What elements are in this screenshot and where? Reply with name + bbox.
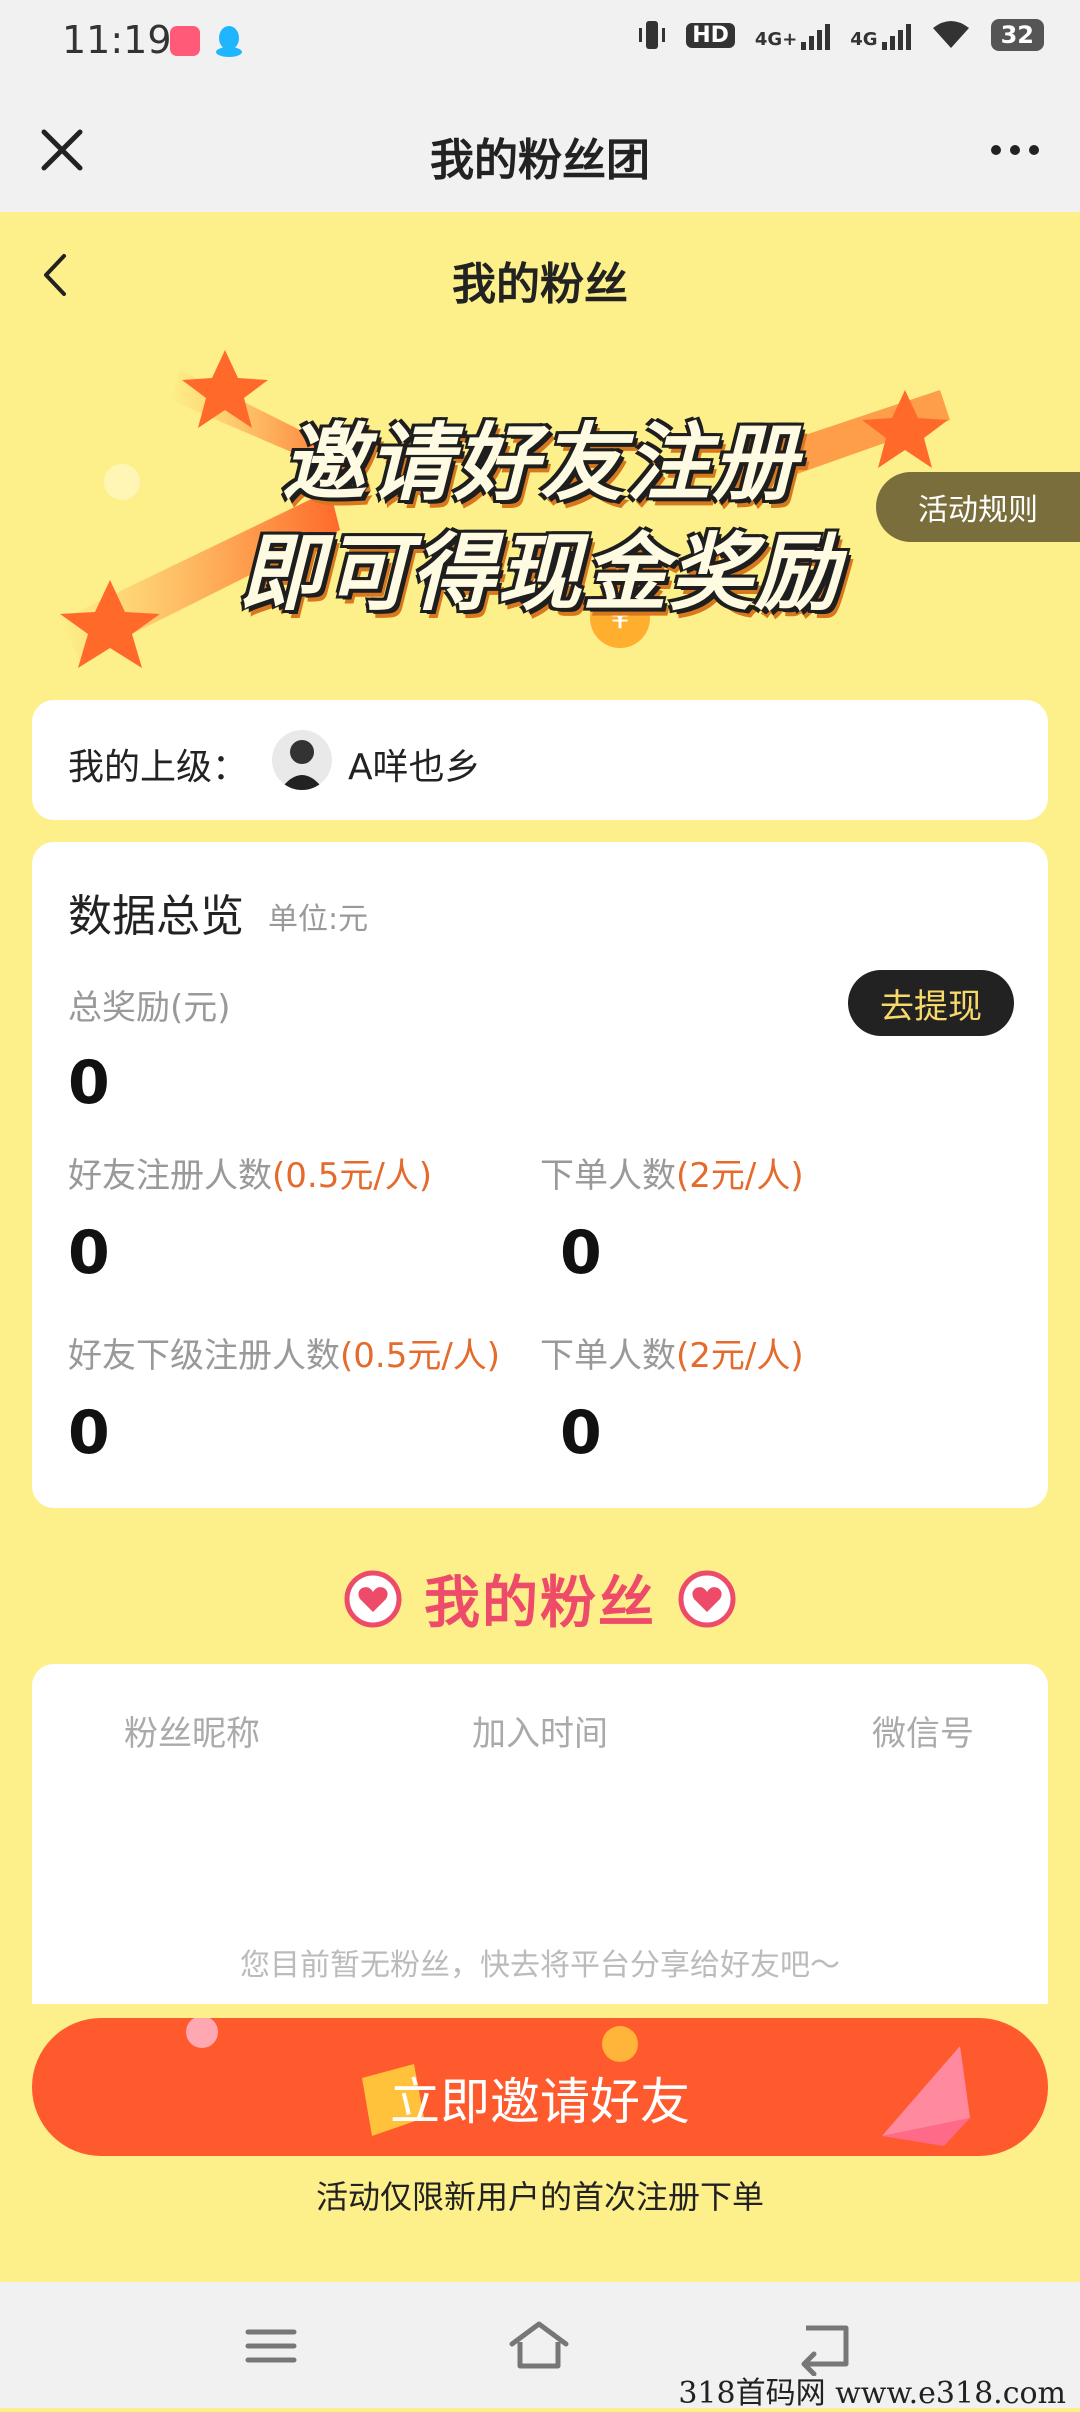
title-bar: 我的粉丝团 [0,88,1080,212]
invite-button-label: 立即邀请好友 [390,2073,690,2131]
total-reward-value: 0 [68,1048,110,1118]
signal-4g-icon: 4G [850,20,911,50]
status-bar: 11:19 HD 4G+ 4G 32 [0,0,1080,88]
overview-unit: 单位:元 [268,902,369,937]
heart-icon [344,1570,402,1627]
vibrate-icon [639,21,666,49]
superior-card: 我的上级： A咩也乡 [32,700,1048,820]
hd-icon: HD [686,22,735,48]
data-overview-card: 数据总览 单位:元 总奖励(元) 去提现 0 好友注册人数(0.5元/人) 0 … [32,842,1048,1508]
fans-table: 粉丝昵称 加入时间 微信号 您目前暂无粉丝，快去将平台分享给好友吧～ [32,1664,1048,2004]
superior-name: A咩也乡 [348,747,481,788]
battery-icon: 32 [990,19,1044,51]
sub-friend-register-count-value: 0 [68,1398,110,1468]
heart-icon [678,1570,736,1627]
invite-friends-button[interactable]: 立即邀请好友 [32,2018,1048,2156]
friend-register-count-label: 好友注册人数(0.5元/人) [68,1156,433,1196]
activity-rules-button[interactable]: 活动规则 [876,472,1080,542]
sub-friend-register-count-label: 好友下级注册人数(0.5元/人) [68,1336,501,1376]
app-notification-icon [170,26,200,56]
friend-order-count-label: 下单人数(2元/人) [540,1156,804,1196]
back-icon[interactable] [790,2316,860,2376]
superior-label: 我的上级： [68,747,249,788]
status-time: 11:19 [62,18,172,62]
friend-order-count-value: 0 [560,1218,602,1288]
fans-heading-text: 我的粉丝 [424,1571,656,1636]
sub-friend-order-count-value: 0 [560,1398,602,1468]
withdraw-button[interactable]: 去提现 [848,970,1014,1036]
home-icon[interactable] [504,2316,574,2376]
more-options-icon[interactable] [980,132,1050,168]
menu-icon[interactable] [236,2316,306,2376]
total-reward-label: 总奖励(元) [68,988,231,1028]
signal-4gplus-icon: 4G+ [755,20,831,50]
section-title: 我的粉丝 [452,259,628,310]
watermark: 318首码网 www.e318.com [678,2376,1066,2411]
column-header-join-time: 加入时间 [472,1714,608,1754]
empty-state-text: 您目前暂无粉丝，快去将平台分享给好友吧～ [240,1948,840,1983]
my-fans-heading: 我的粉丝 [0,1558,1080,1639]
overview-title: 数据总览 [68,891,244,942]
column-header-nickname: 粉丝昵称 [124,1714,260,1754]
avatar [272,730,332,790]
sub-friend-order-count-label: 下单人数(2元/人) [540,1336,804,1376]
column-header-wechat-id: 微信号 [872,1714,974,1754]
page-title: 我的粉丝团 [430,135,650,186]
activity-notice: 活动仅限新用户的首次注册下单 [315,2178,764,2216]
qq-icon [216,26,242,57]
friend-register-count-value: 0 [68,1218,110,1288]
status-icons: HD 4G+ 4G 32 [638,18,1044,52]
wifi-icon [932,21,969,48]
